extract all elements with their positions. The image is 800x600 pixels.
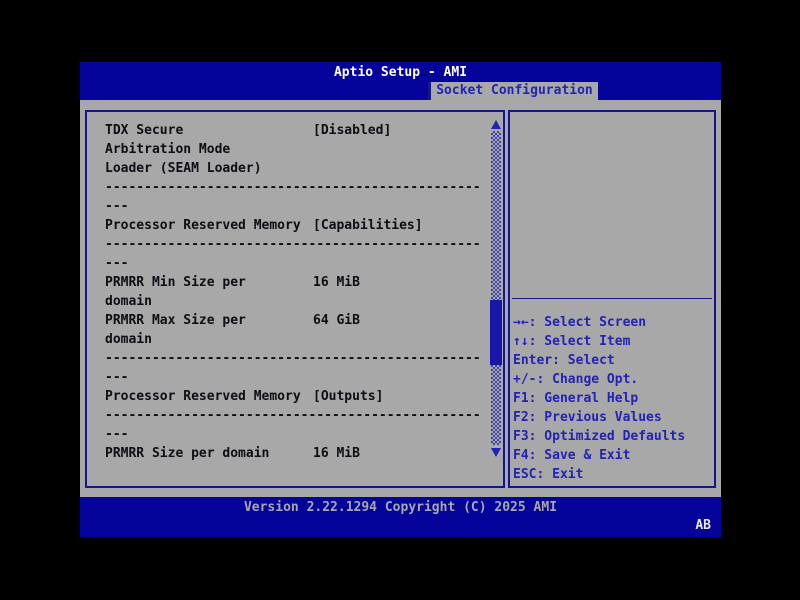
- help-key-enter-select: Enter: Select: [513, 351, 713, 370]
- help-key-f3-optimized-defaults: F3: Optimized Defaults: [513, 427, 713, 446]
- page-title: Aptio Setup - AMI: [80, 65, 721, 80]
- help-key-f2-previous-values: F2: Previous Values: [513, 408, 713, 427]
- separator-dashes: ---: [105, 368, 313, 387]
- separator-row: ---: [105, 254, 503, 273]
- help-panel-divider: [512, 298, 712, 299]
- scrollbar-thumb[interactable]: [490, 300, 502, 365]
- option-label: PRMRR Max Size per: [105, 311, 313, 330]
- separator-dashes: ---: [105, 254, 313, 273]
- option-label: Arbitration Mode: [105, 140, 313, 159]
- section-row-prm-outputs[interactable]: Processor Reserved Memory[Outputs]: [105, 387, 503, 406]
- options-panel: TDX Secure[Disabled] Arbitration Mode Lo…: [85, 110, 505, 488]
- separator-dashes: ---: [105, 425, 313, 444]
- help-key-select-screen: →←: Select Screen: [513, 313, 713, 332]
- separator-dashes: ----------------------------------------…: [105, 178, 481, 197]
- option-label: TDX Secure: [105, 121, 313, 140]
- separator-dashes: ---: [105, 197, 313, 216]
- scrollbar[interactable]: [490, 117, 502, 459]
- separator-row: ----------------------------------------…: [105, 349, 503, 368]
- bios-setup-screen: Aptio Setup - AMI Socket Configuration T…: [0, 0, 800, 600]
- option-row-continuation: Loader (SEAM Loader): [105, 159, 503, 178]
- help-key-f1-general-help: F1: General Help: [513, 389, 713, 408]
- option-label: Loader (SEAM Loader): [105, 159, 313, 178]
- option-row-tdx-secure[interactable]: TDX Secure[Disabled]: [105, 121, 503, 140]
- option-value: 64 GiB: [313, 311, 360, 330]
- help-key-select-item: ↑↓: Select Item: [513, 332, 713, 351]
- help-panel: →←: Select Screen ↑↓: Select Item Enter:…: [508, 110, 716, 488]
- status-bar: Version 2.22.1294 Copyright (C) 2025 AMI…: [80, 497, 721, 537]
- separator-dashes: ----------------------------------------…: [105, 235, 481, 254]
- separator-row: ----------------------------------------…: [105, 406, 503, 425]
- aptio-setup-window: Aptio Setup - AMI Socket Configuration T…: [80, 62, 721, 537]
- tab-socket-configuration[interactable]: Socket Configuration: [428, 82, 598, 100]
- help-key-f4-save-exit: F4: Save & Exit: [513, 446, 713, 465]
- separator-row: ---: [105, 425, 503, 444]
- separator-row: ---: [105, 197, 503, 216]
- version-text: Version 2.22.1294 Copyright (C) 2025 AMI: [80, 500, 721, 515]
- section-row-prm-capabilities[interactable]: Processor Reserved Memory[Capabilities]: [105, 216, 503, 235]
- help-key-list: →←: Select Screen ↑↓: Select Item Enter:…: [513, 313, 713, 484]
- option-value: [Capabilities]: [313, 216, 423, 235]
- option-label: Processor Reserved Memory: [105, 387, 313, 406]
- option-label: domain: [105, 330, 313, 349]
- option-label: Processor Reserved Memory: [105, 216, 313, 235]
- option-row-continuation: Arbitration Mode: [105, 140, 503, 159]
- option-row-prmrr-min-size[interactable]: PRMRR Min Size per16 MiB: [105, 273, 503, 292]
- option-row-prmrr-max-size[interactable]: PRMRR Max Size per64 GiB: [105, 311, 503, 330]
- scroll-up-arrow-icon[interactable]: [490, 117, 502, 131]
- option-value: [Disabled]: [313, 121, 391, 140]
- option-row-continuation: domain: [105, 330, 503, 349]
- separator-row: ----------------------------------------…: [105, 235, 503, 254]
- separator-row: ----------------------------------------…: [105, 178, 503, 197]
- option-value: [Outputs]: [313, 387, 383, 406]
- options-list: TDX Secure[Disabled] Arbitration Mode Lo…: [87, 112, 503, 463]
- option-value: 16 MiB: [313, 444, 360, 463]
- option-row-continuation: domain: [105, 292, 503, 311]
- help-key-change-opt: +/-: Change Opt.: [513, 370, 713, 389]
- option-label: domain: [105, 292, 313, 311]
- option-row-prmrr-size-per-domain[interactable]: PRMRR Size per domain16 MiB: [105, 444, 503, 463]
- scroll-down-arrow-icon[interactable]: [490, 445, 502, 459]
- option-label: PRMRR Min Size per: [105, 273, 313, 292]
- help-key-esc-exit: ESC: Exit: [513, 465, 713, 484]
- separator-row: ---: [105, 368, 503, 387]
- corner-label: AB: [695, 518, 711, 533]
- separator-dashes: ----------------------------------------…: [105, 349, 481, 368]
- scrollbar-track[interactable]: [491, 131, 501, 445]
- option-value: 16 MiB: [313, 273, 360, 292]
- separator-dashes: ----------------------------------------…: [105, 406, 481, 425]
- main-area: TDX Secure[Disabled] Arbitration Mode Lo…: [80, 100, 721, 497]
- option-label: PRMRR Size per domain: [105, 444, 313, 463]
